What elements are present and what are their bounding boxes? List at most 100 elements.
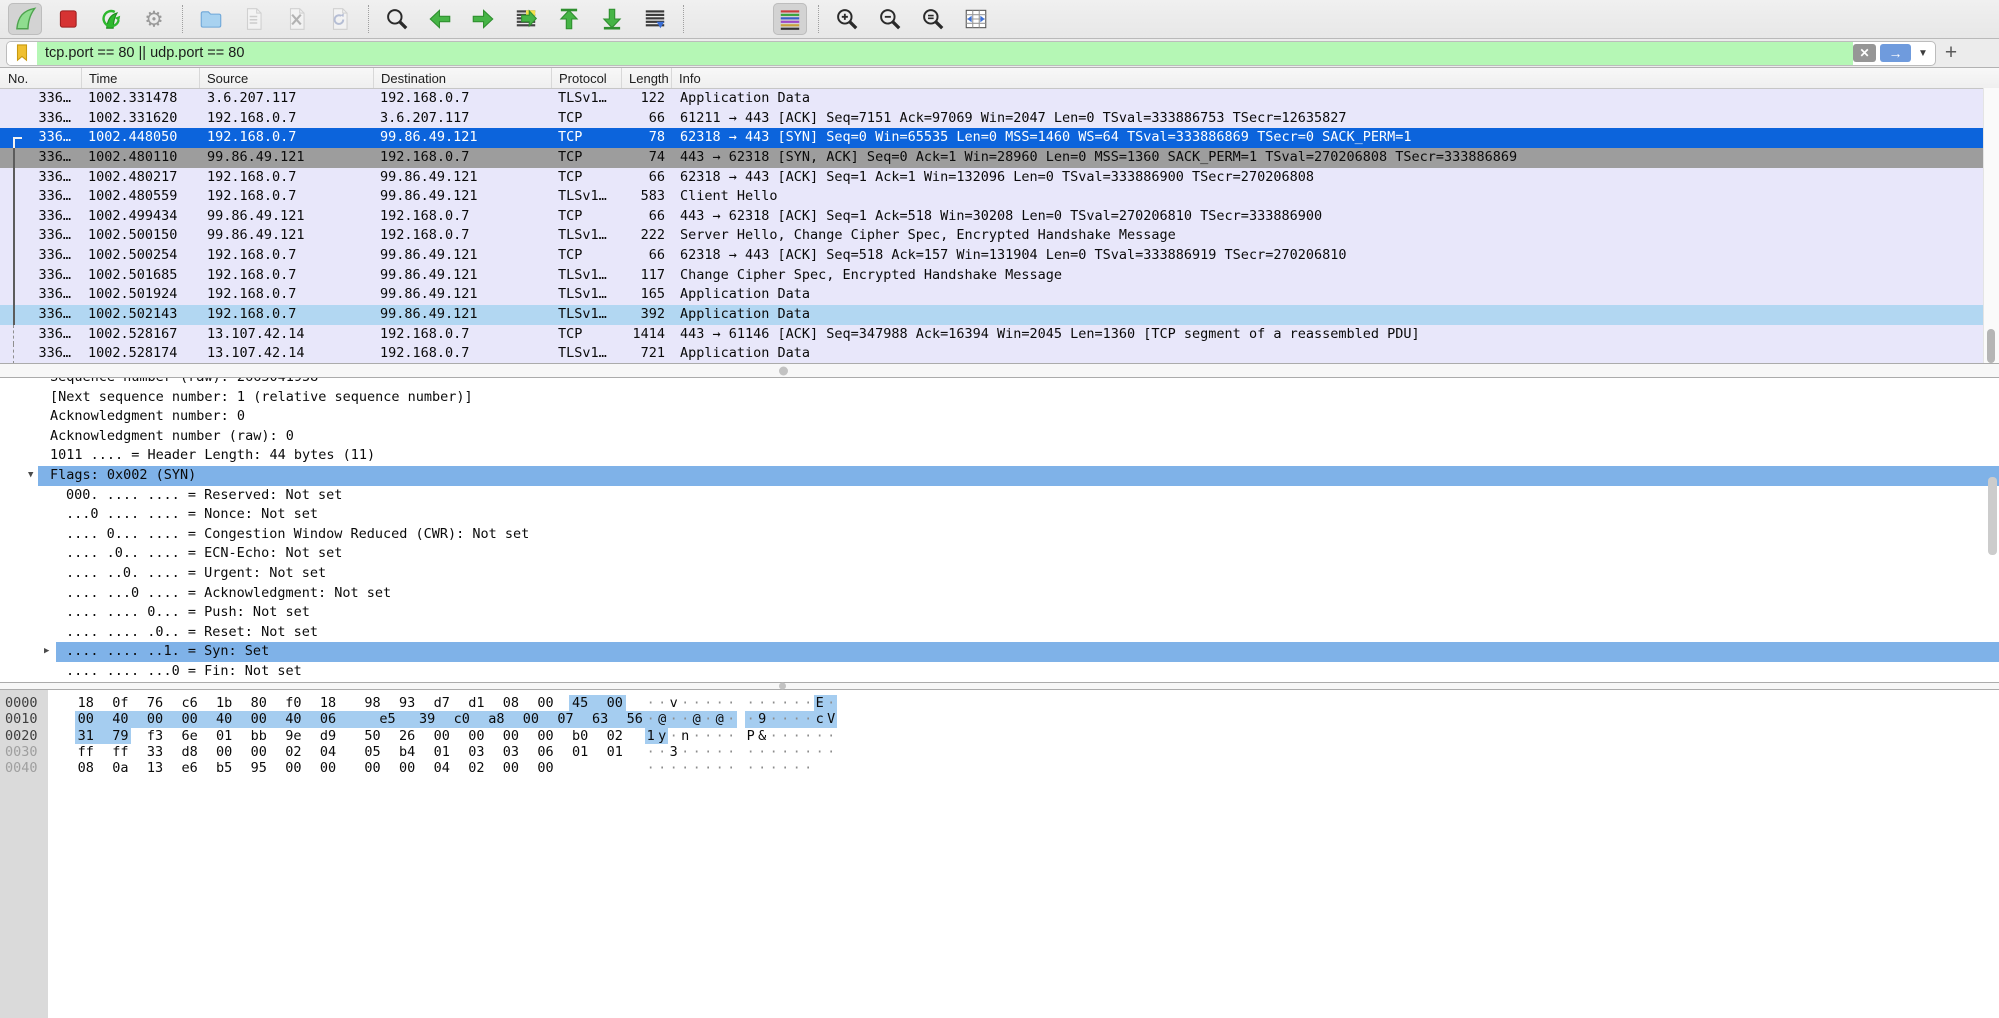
detail-line-3[interactable]: Acknowledgment number: 0 [0, 407, 1999, 427]
packet-row-10[interactable]: 336…1002.501685192.168.0.799.86.49.121TL… [0, 266, 1999, 286]
ascii-char: · [657, 744, 669, 760]
capture-options-button[interactable]: ⚙ [137, 3, 171, 35]
detail-line-7[interactable]: 000. .... .... = Reserved: Not set [0, 486, 1999, 506]
packet-row-6[interactable]: 336…1002.480559192.168.0.799.86.49.121TL… [0, 187, 1999, 207]
filter-clear-button[interactable]: ✕ [1853, 44, 1876, 62]
cell-source: 3.6.207.117 [200, 89, 374, 109]
hex-byte: d8 [179, 744, 201, 760]
cell-protocol: TCP [552, 128, 622, 148]
ascii-char: @ [714, 711, 726, 727]
splitter-details-bytes[interactable] [0, 682, 1999, 690]
detail-line-16[interactable]: .... .... ...0 = Fin: Not set [0, 662, 1999, 682]
bytes-row-0030[interactable]: 0030ffff33d80000020405b4010303060101··3·… [0, 744, 1999, 760]
hex-byte: bb [248, 728, 270, 744]
zoom-out-button[interactable] [873, 3, 907, 35]
cell-destination: 99.86.49.121 [374, 187, 552, 207]
filter-apply-button[interactable]: → [1880, 44, 1911, 62]
column-header-source[interactable]: Source [200, 68, 374, 88]
packet-row-7[interactable]: 336…1002.49943499.86.49.121192.168.0.7TC… [0, 207, 1999, 227]
column-header-length[interactable]: Length [622, 68, 672, 88]
filter-dropdown-chevron[interactable]: ▼ [1915, 48, 1931, 59]
reload-file-icon [327, 6, 353, 32]
packet-row-13[interactable]: 336…1002.52816713.107.42.14192.168.0.7TC… [0, 325, 1999, 345]
next-packet-icon [470, 6, 496, 32]
zoom-in-button[interactable] [830, 3, 864, 35]
column-header-time[interactable]: Time [82, 68, 200, 88]
save-file-button[interactable] [237, 3, 271, 35]
detail-line-8[interactable]: ...0 .... .... = Nonce: Not set [0, 505, 1999, 525]
cell-destination: 99.86.49.121 [374, 168, 552, 188]
detail-line-14[interactable]: .... .... .0.. = Reset: Not set [0, 623, 1999, 643]
ascii-char: · [768, 760, 780, 776]
detail-line-11[interactable]: .... ..0. .... = Urgent: Not set [0, 564, 1999, 584]
detail-line-15[interactable]: ▶.... .... ..1. = Syn: Set [0, 642, 1999, 662]
packet-row-8[interactable]: 336…1002.50015099.86.49.121192.168.0.7TL… [0, 226, 1999, 246]
bytes-row-0010[interactable]: 00100040000040004006e539c0a800076356·@··… [0, 711, 1999, 727]
go-to-packet-button[interactable] [509, 3, 543, 35]
colorize-packets-button[interactable] [773, 3, 807, 35]
filter-add-button[interactable]: + [1936, 43, 1966, 63]
bytes-row-0020[interactable]: 00203179f36e01bb9ed9502600000000b0021y·n… [0, 728, 1999, 744]
hex-byte: e6 [179, 760, 201, 776]
detail-line-5[interactable]: 1011 .... = Header Length: 44 bytes (11) [0, 446, 1999, 466]
zoom-reset-button[interactable] [916, 3, 950, 35]
bytes-offset: 0020 [5, 728, 38, 744]
packet-row-3[interactable]: 336…1002.448050192.168.0.799.86.49.121TC… [0, 128, 1999, 148]
detail-selection-bg [56, 642, 1999, 662]
ascii-char: · [645, 760, 657, 776]
ascii-char: · [757, 695, 769, 711]
column-header-destination[interactable]: Destination [374, 68, 552, 88]
packet-list-scrollbar-thumb[interactable] [1987, 329, 1995, 363]
packet-row-5[interactable]: 336…1002.480217192.168.0.799.86.49.121TC… [0, 168, 1999, 188]
display-filter-input[interactable]: tcp.port == 80 || udp.port == 80 [37, 42, 1853, 65]
open-file-button[interactable] [194, 3, 228, 35]
packet-row-11[interactable]: 336…1002.501924192.168.0.799.86.49.121TL… [0, 285, 1999, 305]
restart-capture-button[interactable] [94, 3, 128, 35]
column-header-no[interactable]: No. [0, 68, 82, 88]
column-header-protocol[interactable]: Protocol [552, 68, 622, 88]
detail-line-10[interactable]: .... .0.. .... = ECN-Echo: Not set [0, 544, 1999, 564]
packet-list-scrollbar[interactable] [1983, 88, 1999, 363]
close-file-button[interactable] [280, 3, 314, 35]
packet-row-9[interactable]: 336…1002.500254192.168.0.799.86.49.121TC… [0, 246, 1999, 266]
detail-line-13[interactable]: .... .... 0... = Push: Not set [0, 603, 1999, 623]
hex-byte: d9 [317, 728, 339, 744]
find-packet-button[interactable] [380, 3, 414, 35]
bytes-row-0000[interactable]: 0000180f76c61b80f0189893d7d108004500··v·… [0, 695, 1999, 711]
bytes-row-0040[interactable]: 0040080a13e6b5950000000004020000········… [0, 760, 1999, 776]
cell-length: 165 [622, 285, 672, 305]
packet-row-14[interactable]: 336…1002.52817413.107.42.14192.168.0.7TL… [0, 344, 1999, 363]
detail-line-6[interactable]: ▼Flags: 0x002 (SYN) [0, 466, 1999, 486]
previous-packet-button[interactable] [423, 3, 457, 35]
packet-details-scrollbar-thumb[interactable] [1988, 477, 1997, 555]
detail-line-2[interactable]: [Next sequence number: 1 (relative seque… [0, 388, 1999, 408]
last-packet-button[interactable] [595, 3, 629, 35]
packet-row-4[interactable]: 336…1002.48011099.86.49.121192.168.0.7TC… [0, 148, 1999, 168]
cell-info: Application Data [672, 285, 1999, 305]
filter-bookmark-icon[interactable] [7, 42, 37, 65]
detail-line-1[interactable]: Sequence number (raw): 2665041958 [0, 378, 1999, 388]
stop-capture-button[interactable] [51, 3, 85, 35]
reload-file-button[interactable] [323, 3, 357, 35]
ascii-char: · [791, 695, 803, 711]
detail-line-12[interactable]: .... ...0 .... = Acknowledgment: Not set [0, 584, 1999, 604]
packet-row-1[interactable]: 336…1002.3314783.6.207.117192.168.0.7TLS… [0, 89, 1999, 109]
first-packet-button[interactable] [552, 3, 586, 35]
packet-row-12[interactable]: 336…1002.502143192.168.0.799.86.49.121TL… [0, 305, 1999, 325]
detail-line-4[interactable]: Acknowledgment number (raw): 0 [0, 427, 1999, 447]
detail-line-9[interactable]: .... 0... .... = Congestion Window Reduc… [0, 525, 1999, 545]
resize-columns-button[interactable] [959, 3, 993, 35]
cell-info: Application Data [672, 344, 1999, 363]
ascii-char: · [657, 760, 669, 776]
hex-byte: 98 [362, 695, 384, 711]
hex-byte: 01 [431, 744, 453, 760]
column-header-info[interactable]: Info [672, 68, 1999, 88]
hex-byte: 06 [317, 711, 362, 727]
auto-scroll-button[interactable] [638, 3, 672, 35]
packet-row-2[interactable]: 336…1002.331620192.168.0.73.6.207.117TCP… [0, 109, 1999, 129]
start-capture-button[interactable] [8, 3, 42, 35]
splitter-list-details[interactable] [0, 363, 1999, 378]
next-packet-button[interactable] [466, 3, 500, 35]
bytes-offset: 0010 [5, 711, 38, 727]
cell-source: 192.168.0.7 [200, 305, 374, 325]
